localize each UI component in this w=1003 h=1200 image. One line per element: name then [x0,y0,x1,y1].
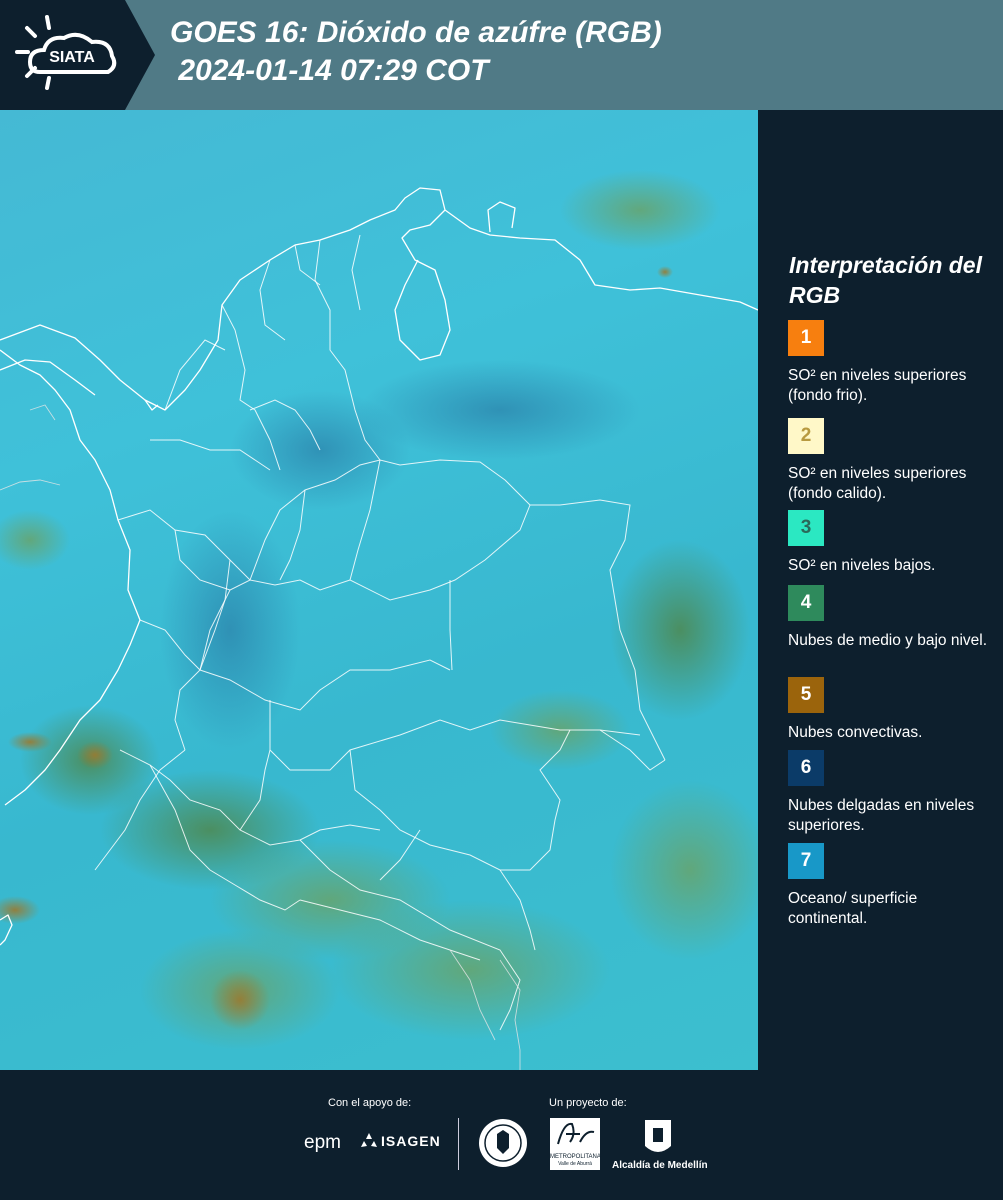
legend-item-6: 6 Nubes delgadas en niveles superiores. [788,750,998,836]
area-metro-text: METROPOLITANA [550,1154,601,1160]
legend-text: Nubes de medio y bajo nivel. [788,632,988,649]
cloud-area [0,510,70,570]
legend-text: Oceano/ superficie continental. [788,890,918,927]
legend-item-5: 5 Nubes convectivas. [788,677,998,743]
epm-logo: epm [304,1132,341,1153]
area-metropolitana-logo: METROPOLITANA Valle de Aburrá [550,1118,601,1170]
legend-text: SO² en niveles superiores (fondo frio). [788,367,967,404]
isagen-logo: ISAGEN [360,1132,441,1150]
legend-swatch: 6 [788,750,824,786]
convective-spot [210,970,270,1030]
page-title: GOES 16: Dióxido de azúfre (RGB) 2024-01… [170,16,662,87]
footer-divider [458,1118,459,1170]
legend-item-1: 1 SO² en niveles superiores (fondo frio)… [788,320,998,406]
project-label: Un proyecto de: [549,1097,627,1109]
siata-logo: SIATA [0,0,155,110]
cloud-area [330,900,610,1040]
legend-swatch: 5 [788,677,824,713]
legend-panel: Interpretación del RGB 1 SO² en niveles … [758,110,1003,1070]
legend-number: 5 [800,684,812,705]
isagen-mark-icon [361,1133,377,1147]
alcaldia-shield-icon [645,1120,671,1152]
legend-text: Nubes convectivas. [788,724,923,741]
area-script-icon [557,1122,595,1145]
legend-swatch: 7 [788,843,824,879]
cloud-band [160,510,300,750]
legend-text: Nubes delgadas en niveles superiores. [788,797,975,834]
legend-number: 1 [800,327,812,348]
legend-swatch: 2 [788,418,824,454]
convective-spot [657,266,673,278]
legend-swatch: 4 [788,585,824,621]
legend-text: SO² en niveles superiores (fondo calido)… [788,465,967,502]
legend-item-7: 7 Oceano/ superficie continental. [788,843,998,929]
legend-item-3: 3 SO² en niveles bajos. [788,510,998,576]
legend-text: SO² en niveles bajos. [788,557,936,574]
legend-number: 2 [800,425,812,446]
convective-spot [77,741,113,769]
legend-item-4: 4 Nubes de medio y bajo nivel. [788,585,998,651]
convective-spot [8,732,52,752]
legend-item-2: 2 SO² en niveles superiores (fondo calid… [788,418,998,504]
legend-number: 3 [800,517,812,538]
alcaldia-text: Alcaldía de Medellín [612,1160,708,1171]
siata-logo-text: SIATA [49,49,95,66]
legend-swatch: 3 [788,510,824,546]
cloud-area [610,540,750,720]
satellite-map [0,110,758,1070]
convective-spot [0,896,40,924]
footer: Con el apoyo de: Un proyecto de: epm ISA… [0,1070,1003,1200]
legend-number: 7 [800,850,812,871]
isagen-text: ISAGEN [381,1133,441,1149]
support-label: Con el apoyo de: [328,1097,412,1109]
legend-number: 4 [800,592,812,613]
legend-swatch: 1 [788,320,824,356]
cloud-area [610,780,758,960]
area-sub-text: Valle de Aburrá [558,1161,592,1167]
seal-logo [478,1118,528,1173]
cloud-area [560,170,720,250]
legend-number: 6 [800,757,812,778]
cloud-band [360,360,640,460]
legend-title: Interpretación del RGB [789,252,982,308]
alcaldia-logo [643,1118,673,1158]
header: SIATA GOES 16: Dióxido de azúfre (RGB) 2… [0,0,1003,110]
